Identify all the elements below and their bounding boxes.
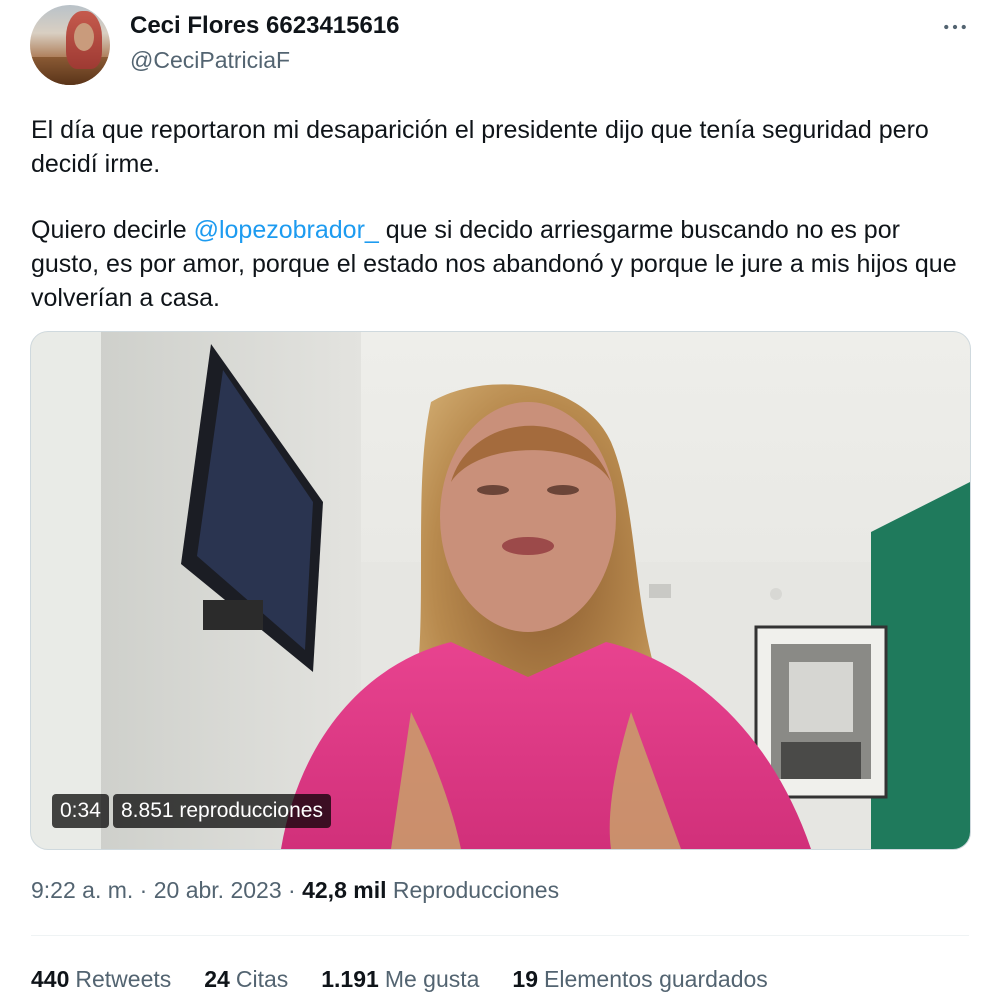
views-count: 42,8 mil bbox=[302, 877, 387, 903]
more-horizontal-icon bbox=[944, 24, 966, 30]
retweets-stat[interactable]: 440 Retweets bbox=[31, 966, 171, 993]
tweet-date[interactable]: 20 abr. 2023 bbox=[154, 877, 282, 903]
stat-label: Elementos guardados bbox=[544, 966, 768, 992]
tweet-time[interactable]: 9:22 a. m. bbox=[31, 877, 133, 903]
tweet-paragraph-1: El día que reportaron mi desaparición el… bbox=[31, 116, 929, 178]
likes-stat[interactable]: 1.191 Me gusta bbox=[321, 966, 479, 993]
video-player[interactable]: 0:34 8.851 reproducciones bbox=[30, 331, 971, 850]
quotes-stat[interactable]: 24 Citas bbox=[204, 966, 288, 993]
more-options-button[interactable] bbox=[938, 10, 972, 44]
stat-count: 24 bbox=[204, 966, 230, 992]
stat-label: Me gusta bbox=[384, 966, 480, 992]
meta-separator: · bbox=[288, 877, 296, 903]
tweet-paragraph-2: Quiero decirle @lopezobrador_ que si dec… bbox=[31, 213, 966, 315]
stat-count: 1.191 bbox=[321, 966, 379, 992]
tweet-text-before-mention: Quiero decirle bbox=[31, 216, 194, 244]
tweet-meta: 9:22 a. m. · 20 abr. 2023 · 42,8 mil Rep… bbox=[31, 877, 559, 904]
author-handle[interactable]: @CeciPatriciaF bbox=[130, 47, 290, 74]
meta-separator: · bbox=[139, 877, 148, 903]
views-label: Reproducciones bbox=[392, 877, 560, 903]
mention-link[interactable]: @lopezobrador_ bbox=[194, 216, 379, 244]
stat-label: Citas bbox=[235, 966, 289, 992]
divider bbox=[31, 935, 969, 936]
author-avatar[interactable] bbox=[30, 5, 110, 85]
video-duration-badge: 0:34 bbox=[52, 794, 109, 828]
tweet-stats: 440 Retweets 24 Citas 1.191 Me gusta 19 Elem… bbox=[31, 966, 801, 993]
stat-count: 19 bbox=[512, 966, 539, 992]
stat-label: Retweets bbox=[75, 966, 172, 992]
stat-count: 440 bbox=[31, 966, 70, 992]
tweet-text: El día que reportaron mi desaparición el… bbox=[31, 113, 966, 315]
bookmarks-stat[interactable]: 19 Elementos guardados bbox=[512, 966, 767, 993]
author-display-name[interactable]: Ceci Flores 6623415616 bbox=[130, 12, 400, 40]
video-thumbnail bbox=[31, 332, 970, 849]
video-views-badge: 8.851 reproducciones bbox=[113, 794, 331, 828]
